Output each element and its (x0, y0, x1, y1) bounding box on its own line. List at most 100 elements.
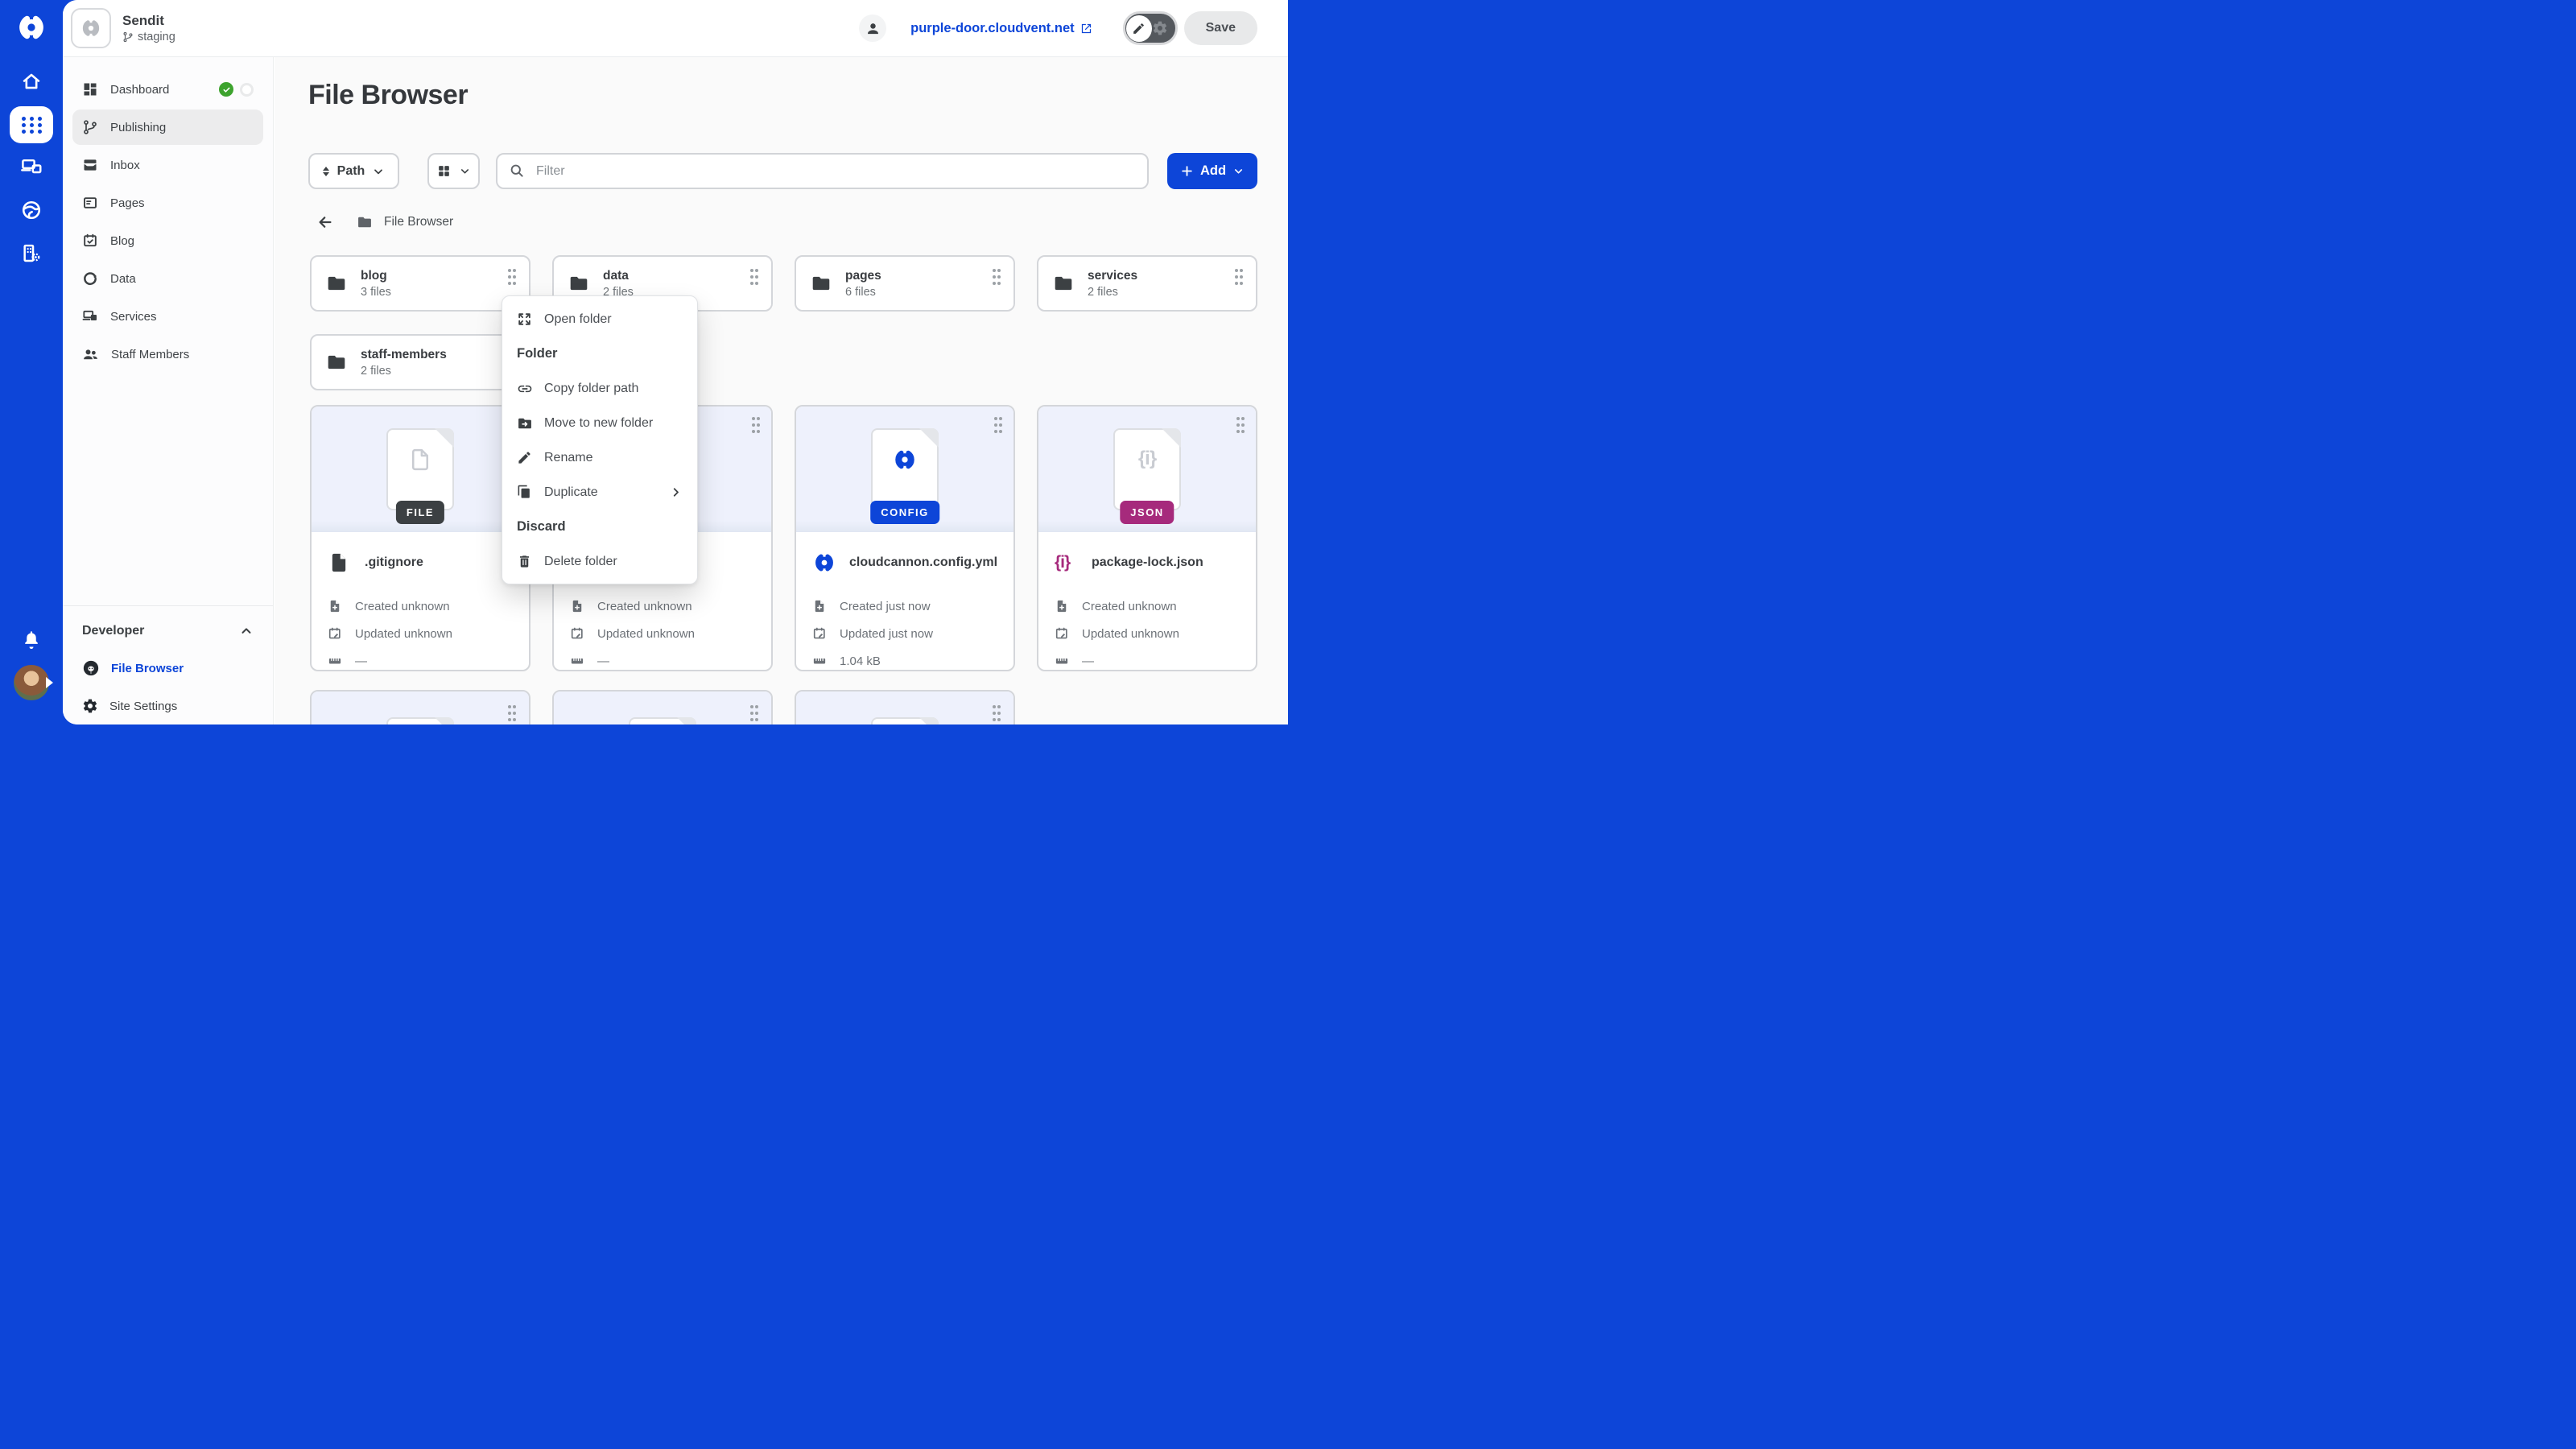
add-label: Add (1200, 163, 1226, 179)
sidebar-item-services[interactable]: Services (72, 299, 263, 334)
menu-item-delete-folder[interactable]: Delete folder (502, 544, 697, 579)
file-card-partial[interactable] (795, 690, 1015, 724)
drag-handle-icon[interactable] (991, 268, 1002, 286)
sidebar-item-pages[interactable]: Pages (72, 185, 263, 221)
menu-item-duplicate[interactable]: Duplicate (502, 475, 697, 510)
file-name: package-lock.json (1092, 555, 1203, 570)
view-mode-button[interactable] (427, 153, 480, 189)
calendar-edit-icon (570, 626, 584, 641)
folder-icon (1051, 273, 1075, 294)
bell-icon[interactable] (21, 630, 42, 650)
sidebar-item-label: Services (110, 310, 157, 324)
folder-name: blog (361, 268, 391, 283)
file-card-cloudcannon-config[interactable]: CONFIG cloudcannon.config.yml Created ju… (795, 405, 1015, 671)
file-icon (328, 551, 352, 574)
file-card-gitignore[interactable]: FILE .gitignore Created unknown Updated … (310, 405, 530, 671)
home-icon[interactable] (21, 71, 42, 92)
file-name: .gitignore (365, 555, 423, 570)
file-plus-icon (812, 599, 827, 613)
menu-item-copy-folder-path[interactable]: Copy folder path (502, 371, 697, 406)
editor-mode-toggle[interactable] (1123, 11, 1178, 45)
devices-icon[interactable] (21, 156, 43, 178)
developer-heading-row[interactable]: Developer (82, 624, 254, 638)
sidebar-item-site-settings[interactable]: Site Settings (82, 698, 177, 714)
menu-item-move-to-new-folder[interactable]: Move to new folder (502, 406, 697, 440)
sort-button[interactable]: Path (308, 153, 399, 189)
cloudcannon-logo-icon[interactable] (15, 11, 47, 43)
sidebar-item-label: Publishing (110, 121, 166, 134)
file-preview: CONFIG (796, 407, 1013, 532)
file-type-badge: JSON (1120, 501, 1174, 524)
sidebar-item-label: Staff Members (111, 348, 189, 361)
sidebar-item-publishing[interactable]: Publishing (72, 109, 263, 145)
sidebar-item-blog[interactable]: Blog (72, 223, 263, 258)
dashboard-status (219, 82, 254, 97)
sidebar-item-staff-members[interactable]: Staff Members (72, 336, 263, 372)
top-bar: Sendit staging purple-door.cloudvent.net… (63, 0, 1288, 57)
folder-name: pages (845, 268, 881, 283)
partial-file-row (310, 690, 1257, 724)
file-preview: FILE (312, 407, 529, 532)
topbar-actions: purple-door.cloudvent.net Save (859, 11, 1257, 45)
sort-az-icon (323, 167, 330, 176)
folder-context-menu: Open folder Folder Copy folder path Move… (502, 295, 698, 584)
person-icon[interactable] (859, 14, 886, 42)
calendar-edit-icon (328, 626, 342, 641)
grid-view-icon (436, 163, 452, 179)
organization-gear-icon[interactable] (21, 242, 43, 264)
save-button[interactable]: Save (1184, 11, 1257, 45)
folder-icon (324, 273, 349, 294)
sidebar-item-data[interactable]: Data (72, 261, 263, 296)
empty-ring-icon (240, 83, 254, 97)
folder-card-pages[interactable]: pages 6 files (795, 255, 1015, 312)
filter-input[interactable] (496, 153, 1149, 189)
folder-card-staff-members[interactable]: staff-members 2 files (310, 334, 530, 390)
git-branch-icon (122, 31, 134, 43)
drag-handle-icon[interactable] (750, 416, 762, 434)
globe-icon[interactable] (21, 200, 42, 221)
drag-handle-icon[interactable] (993, 416, 1004, 434)
page-title: File Browser (308, 80, 468, 111)
sidebar-item-dashboard[interactable]: Dashboard (72, 72, 263, 107)
folder-name: data (603, 268, 634, 283)
sidebar-item-file-browser[interactable]: File Browser (82, 659, 184, 677)
services-icon (82, 308, 98, 324)
drag-handle-icon[interactable] (506, 268, 518, 286)
back-arrow-icon[interactable] (316, 213, 334, 231)
menu-item-rename[interactable]: Rename (502, 440, 697, 475)
folder-card-services[interactable]: services 2 files (1037, 255, 1257, 312)
created-label: Created just now (840, 600, 931, 613)
data-refresh-icon (82, 270, 98, 287)
size-label: — (1082, 654, 1094, 668)
toolbar: Path Add (308, 153, 1257, 189)
drag-handle-icon[interactable] (1233, 268, 1245, 286)
add-button[interactable]: Add (1167, 153, 1257, 189)
branch-label: staging (138, 31, 175, 43)
folder-card-blog[interactable]: blog 3 files (310, 255, 530, 312)
live-site-link[interactable]: purple-door.cloudvent.net (910, 21, 1092, 36)
expand-sidebar-arrow-icon[interactable] (46, 677, 53, 688)
drag-handle-icon[interactable] (749, 704, 760, 722)
file-card-partial[interactable] (310, 690, 530, 724)
sidebar-item-inbox[interactable]: Inbox (72, 147, 263, 183)
gear-icon (1152, 20, 1168, 36)
inbox-icon (82, 157, 98, 173)
created-label: Created unknown (1082, 600, 1177, 613)
drag-handle-icon[interactable] (506, 704, 518, 722)
sidebar-item-label: File Browser (111, 662, 184, 675)
drag-handle-icon[interactable] (1235, 416, 1246, 434)
move-folder-icon (517, 415, 533, 431)
breadcrumb-label[interactable]: File Browser (384, 215, 453, 229)
chevron-right-icon (669, 485, 683, 499)
site-logo-tile[interactable] (71, 8, 111, 48)
file-type-badge: FILE (396, 501, 444, 524)
file-card-package-lock[interactable]: {i} JSON {i} package-lock.json Created u… (1037, 405, 1257, 671)
drag-handle-icon[interactable] (991, 704, 1002, 722)
menu-item-open-folder[interactable]: Open folder (502, 302, 697, 336)
file-card-partial[interactable] (552, 690, 773, 724)
sidebar-nav: Dashboard Publishing Inbox Pages Blo (63, 57, 273, 372)
user-avatar[interactable] (14, 665, 49, 700)
filter-field (496, 153, 1149, 189)
apps-grid-icon[interactable] (10, 106, 53, 143)
drag-handle-icon[interactable] (749, 268, 760, 286)
